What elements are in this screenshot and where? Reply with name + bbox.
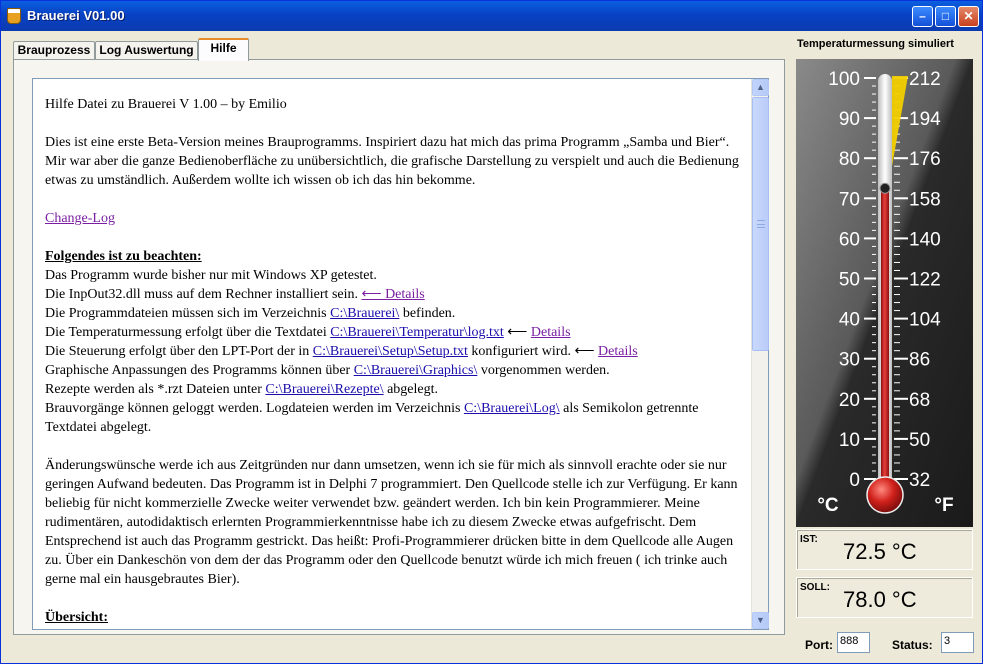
- fahrenheit-tick-label: 104: [909, 310, 941, 331]
- note-line: Das Programm wurde bisher nur mit Window…: [45, 268, 377, 283]
- graphics-dir-link[interactable]: C:\Brauerei\Graphics\: [354, 363, 478, 378]
- ist-label: IST:: [800, 534, 818, 545]
- fahrenheit-tick-label: 194: [909, 109, 941, 130]
- inpout-details-link[interactable]: ⟵ Details: [362, 287, 425, 302]
- fahrenheit-tick-label: 140: [909, 229, 941, 250]
- note-text: konfiguriert wird. ⟵: [471, 344, 595, 359]
- minimize-button[interactable]: –: [912, 6, 933, 27]
- fahrenheit-tick-label: 50: [909, 430, 930, 451]
- celsius-tick-label: 40: [839, 310, 860, 331]
- thermometer-panel: 100 90 80 70 60 50 40 30 20 10 0 212 194 176 158 140 122…: [796, 59, 973, 527]
- mercury-level-marker: [879, 182, 891, 194]
- note-text: befinden.: [402, 306, 456, 321]
- status-input[interactable]: 3: [941, 632, 974, 653]
- scroll-thumb[interactable]: [752, 97, 769, 351]
- maximize-button[interactable]: □: [935, 6, 956, 27]
- help-paragraph: Änderungswünsche werde ich aus Zeitgründ…: [45, 458, 738, 587]
- grip-icon: [757, 220, 765, 228]
- note-text: Brauvorgänge können geloggt werden. Logd…: [45, 401, 461, 416]
- notes-heading: Folgendes ist zu beachten:: [45, 249, 202, 264]
- note-text: Graphische Anpassungen des Programms kön…: [45, 363, 351, 378]
- window-title: Brauerei V01.00: [27, 8, 125, 23]
- port-label: Port:: [805, 638, 833, 652]
- celsius-tick-label: 100: [828, 69, 860, 90]
- fahrenheit-tick-label: 212: [909, 69, 941, 90]
- fahrenheit-tick-label: 158: [909, 189, 941, 210]
- brauerei-dir-link[interactable]: C:\Brauerei\: [330, 306, 399, 321]
- main-window: Brauerei V01.00 – □ ✕ Brauprozess Log Au…: [0, 0, 983, 664]
- soll-value: 78.0 °C: [843, 587, 917, 612]
- tab-log-auswertung[interactable]: Log Auswertung: [95, 41, 198, 60]
- note-text: Die Steuerung erfolgt über den LPT-Port …: [45, 344, 310, 359]
- thermometer-bulb: [866, 476, 904, 514]
- note-text: Rezepte werden als *.rzt Dateien unter: [45, 382, 262, 397]
- ist-temperature-box: IST: 72.5 °C: [796, 529, 973, 570]
- fahrenheit-tick-label: 68: [909, 390, 930, 411]
- note-text: abgelegt.: [387, 382, 439, 397]
- vertical-scrollbar[interactable]: ▲ ▼: [751, 79, 769, 629]
- celsius-tick-label: 90: [839, 109, 860, 130]
- fahrenheit-tick-label: 122: [909, 270, 941, 291]
- beer-mug-icon: [7, 8, 21, 24]
- scroll-down-arrow-icon[interactable]: ▼: [752, 612, 769, 629]
- fahrenheit-unit-label: °F: [934, 495, 953, 516]
- lpt-details-link[interactable]: Details: [598, 344, 638, 359]
- note-text: Die InpOut32.dll muss auf dem Rechner in…: [45, 287, 358, 302]
- soll-temperature-box: SOLL: 78.0 °C: [796, 577, 973, 618]
- temperature-log-link[interactable]: C:\Brauerei\Temperatur\log.txt: [330, 325, 504, 340]
- ist-value: 72.5 °C: [843, 539, 917, 564]
- arrow-text: ⟵: [507, 325, 528, 340]
- tab-brauprozess[interactable]: Brauprozess: [13, 41, 95, 60]
- changelog-link[interactable]: Change-Log: [45, 211, 115, 226]
- celsius-tick-label: 20: [839, 390, 860, 411]
- scroll-up-arrow-icon[interactable]: ▲: [752, 79, 769, 96]
- mercury-column: [881, 188, 889, 495]
- overview-heading: Übersicht:: [45, 610, 108, 625]
- fahrenheit-tick-label: 32: [909, 470, 930, 491]
- close-button[interactable]: ✕: [958, 6, 979, 27]
- status-label: Status:: [892, 638, 933, 652]
- temperature-details-link[interactable]: Details: [531, 325, 571, 340]
- celsius-tick-label: 60: [839, 229, 860, 250]
- celsius-unit-label: °C: [817, 495, 839, 516]
- fahrenheit-tick-label: 176: [909, 149, 941, 170]
- celsius-tick-label: 10: [839, 430, 860, 451]
- help-heading: Hilfe Datei zu Brauerei V 1.00 – by Emil…: [45, 97, 287, 112]
- help-document: Hilfe Datei zu Brauerei V 1.00 – by Emil…: [32, 78, 769, 630]
- port-input[interactable]: 888: [837, 632, 870, 653]
- log-dir-link[interactable]: C:\Brauerei\Log\: [464, 401, 560, 416]
- note-text: Die Temperaturmessung erfolgt über die T…: [45, 325, 327, 340]
- celsius-tick-label: 70: [839, 189, 860, 210]
- soll-label: SOLL:: [800, 582, 830, 593]
- thermometer-graphic: 1009080706050403020100212194176158140122…: [796, 59, 973, 527]
- fahrenheit-tick-label: 86: [909, 350, 930, 371]
- help-intro: Dies ist eine erste Beta-Version meines …: [45, 135, 739, 188]
- celsius-tick-label: 50: [839, 270, 860, 291]
- celsius-tick-label: 0: [849, 470, 860, 491]
- note-text: Die Programmdateien müssen sich im Verze…: [45, 306, 327, 321]
- setup-file-link[interactable]: C:\Brauerei\Setup\Setup.txt: [313, 344, 468, 359]
- tab-hilfe[interactable]: Hilfe: [198, 38, 249, 61]
- note-text: vorgenommen werden.: [480, 363, 610, 378]
- thermometer-label: Temperaturmessung simuliert: [797, 38, 954, 50]
- celsius-tick-label: 30: [839, 350, 860, 371]
- title-bar: Brauerei V01.00 – □ ✕: [1, 1, 982, 31]
- recipes-dir-link[interactable]: C:\Brauerei\Rezepte\: [265, 382, 383, 397]
- celsius-tick-label: 80: [839, 149, 860, 170]
